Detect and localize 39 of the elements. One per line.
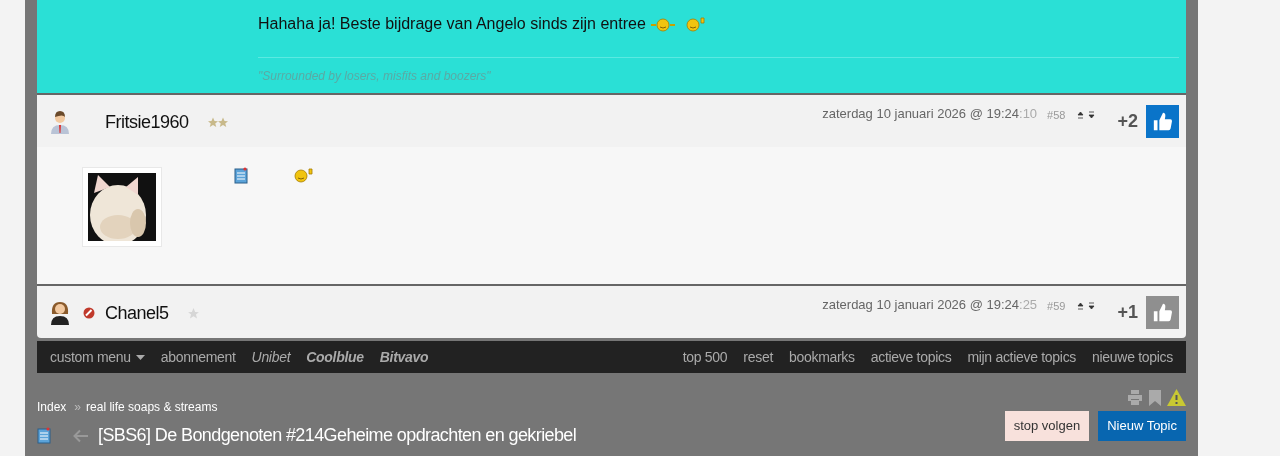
sort-arrows-icon[interactable] [1077,302,1096,310]
sort-arrows-icon[interactable] [1077,111,1096,119]
menu-item[interactable]: nieuwe topics [1092,346,1173,368]
menu-item[interactable]: reset [743,346,773,368]
like-button[interactable] [1146,105,1179,138]
user-icon [49,301,71,325]
warning-icon[interactable] [1167,389,1186,406]
user-icon [49,110,71,134]
notepad-icon[interactable] [234,167,248,184]
thumbs-up-icon [1151,301,1174,324]
post-date: zaterdag 10 januari 2026 @ 19:24:10 [822,104,1038,123]
post-date: zaterdag 10 januari 2026 @ 19:24:25 [822,295,1038,314]
menu-item[interactable]: abonnement [160,346,236,368]
caret-icon [135,354,145,360]
menu-item[interactable]: bookmarks [788,346,855,368]
post-message: Hahaha ja! Beste bijdrage van Angelo sinds zijn entree [258,14,646,34]
menu-item[interactable]: actieve topics [870,346,952,368]
smiley-icon [649,16,676,32]
menu-item[interactable]: Unibet [251,346,291,368]
menu-item[interactable]: Bitvavo [379,346,429,368]
menu-item[interactable]: top 500 [682,346,728,368]
breadcrumb-link[interactable]: Index [37,398,67,416]
like-count: +2 [1117,110,1138,133]
menu-item[interactable]: custom menu [50,346,145,368]
print-icon[interactable] [1127,390,1143,405]
menu-item[interactable]: mijn actieve topics [967,346,1077,368]
bookmark-icon[interactable] [1149,389,1161,406]
like-button[interactable] [1146,296,1179,329]
new-topic-button[interactable]: Nieuw Topic [1098,411,1186,441]
like-count: +1 [1117,301,1138,324]
username[interactable]: Fritsie1960 [105,108,189,136]
breadcrumb-separator: » [74,399,82,416]
menu-item[interactable]: Coolblue [306,346,364,368]
unfollow-button[interactable]: stop volgen [1004,411,1090,441]
username[interactable]: Chanel5 [105,299,169,327]
thumbs-up-icon [1151,110,1174,133]
breadcrumb-link[interactable]: real life soaps & streams [86,398,218,416]
notepad-icon[interactable] [37,427,51,444]
topic-title: [SBS6] De Bondgenoten #214Geheime opdrachten en gekriebel [98,424,577,447]
